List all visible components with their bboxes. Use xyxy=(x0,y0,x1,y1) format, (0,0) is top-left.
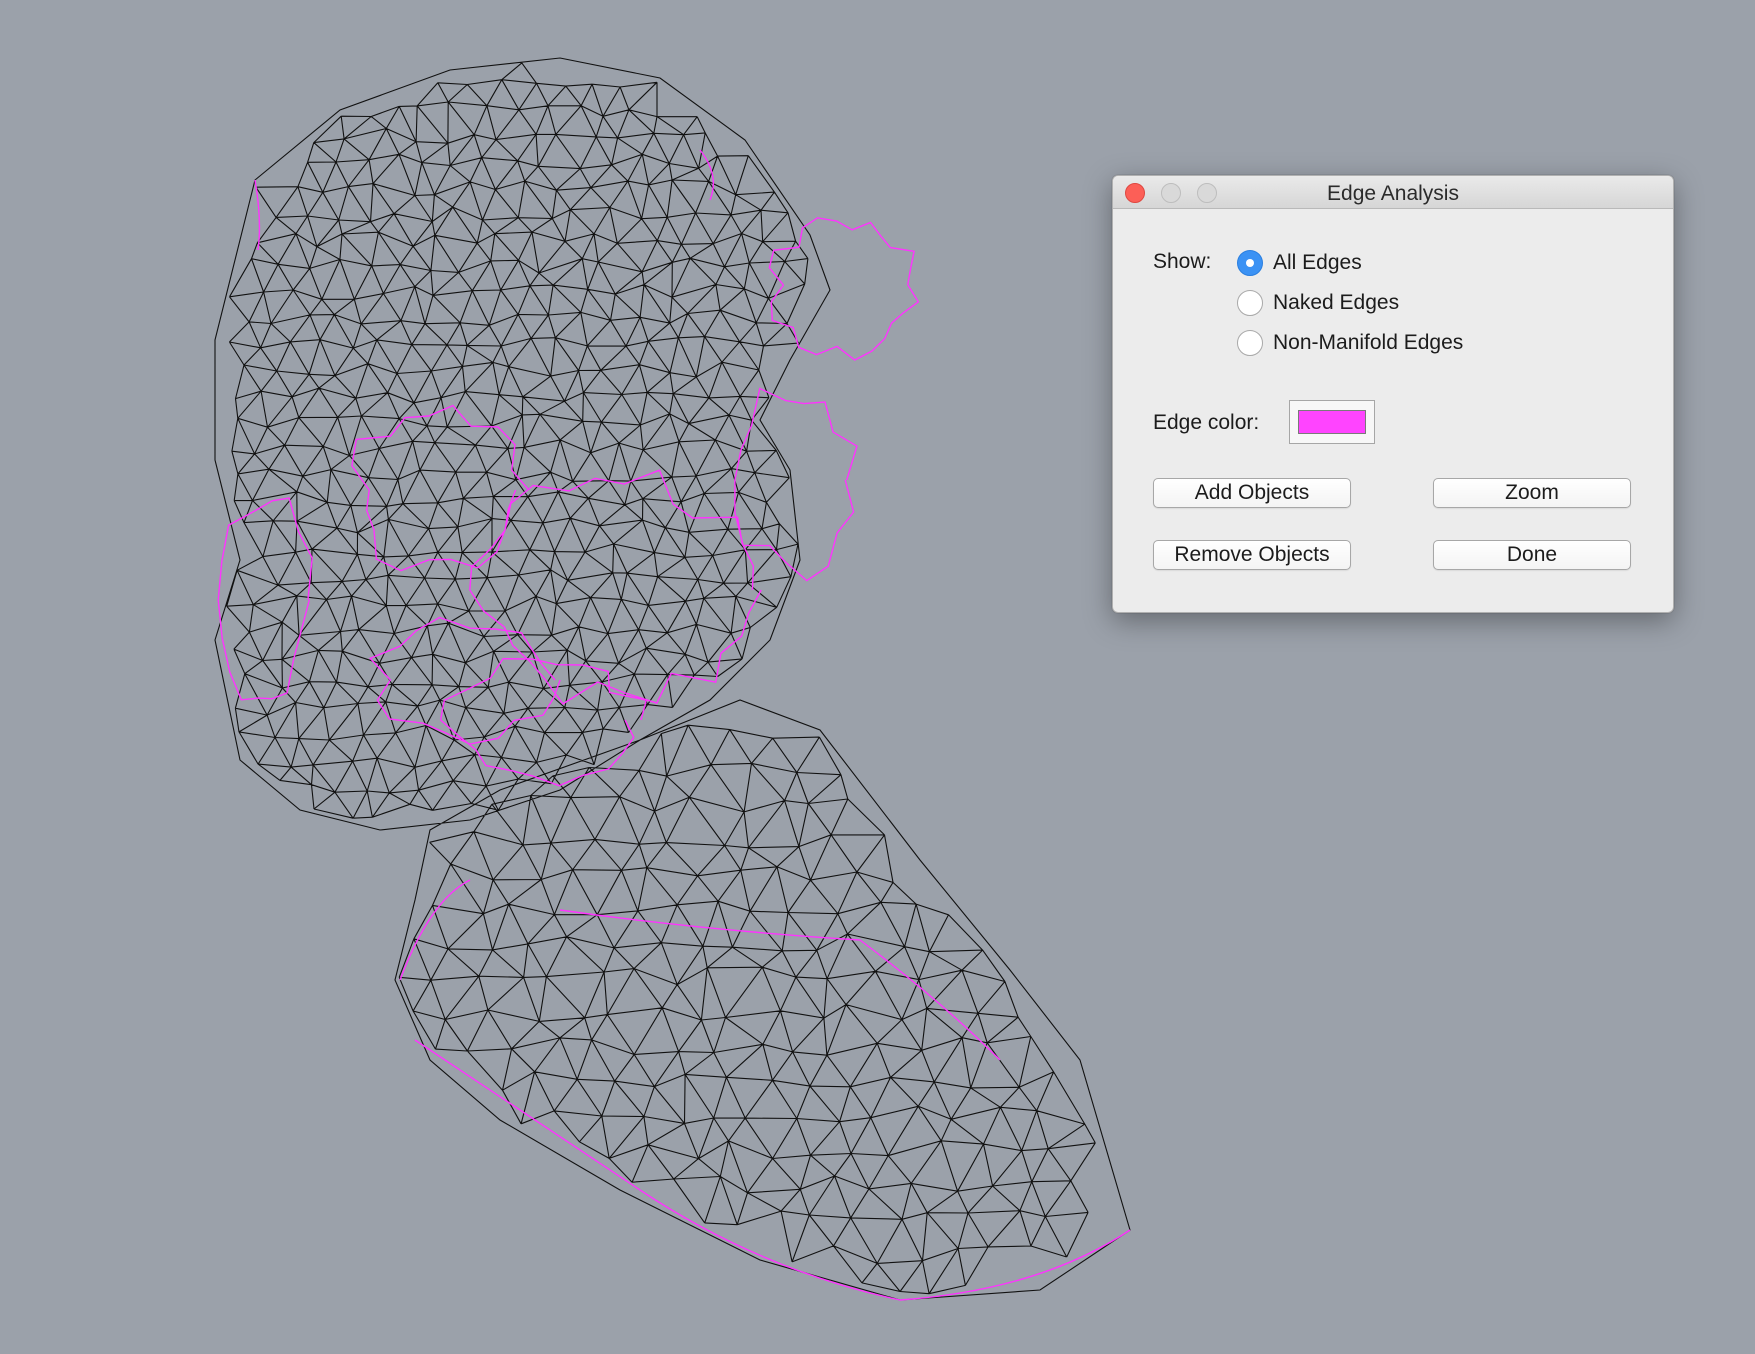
naked-edge-lines xyxy=(217,149,1131,1301)
edge-color-swatch xyxy=(1298,410,1366,434)
naked-edges xyxy=(217,149,1131,1301)
edge-color-picker[interactable] xyxy=(1289,400,1375,444)
done-button[interactable]: Done xyxy=(1433,540,1631,570)
radio-all-edges[interactable]: All Edges xyxy=(1237,248,1362,278)
dialog-title: Edge Analysis xyxy=(1327,182,1459,205)
radio-non-manifold-edges[interactable]: Non-Manifold Edges xyxy=(1237,328,1463,358)
title-bar[interactable]: Edge Analysis xyxy=(1113,176,1673,209)
radio-button-icon[interactable] xyxy=(1237,330,1263,356)
radio-button-icon[interactable] xyxy=(1237,290,1263,316)
mesh-edges xyxy=(214,57,1131,1301)
mesh-edge-lines xyxy=(214,57,1131,1301)
show-label: Show: xyxy=(1153,250,1212,273)
zoom-button[interactable]: Zoom xyxy=(1433,478,1631,508)
radio-label: All Edges xyxy=(1273,251,1362,274)
add-objects-button[interactable]: Add Objects xyxy=(1153,478,1351,508)
edge-analysis-dialog: Edge Analysis Show: All Edges Naked Edge… xyxy=(1112,175,1674,613)
radio-label: Non-Manifold Edges xyxy=(1273,331,1464,354)
radio-naked-edges[interactable]: Naked Edges xyxy=(1237,288,1399,318)
remove-objects-button[interactable]: Remove Objects xyxy=(1153,540,1351,570)
radio-label: Naked Edges xyxy=(1273,291,1400,314)
edge-color-label: Edge color: xyxy=(1153,411,1260,434)
radio-button-icon[interactable] xyxy=(1237,250,1263,276)
